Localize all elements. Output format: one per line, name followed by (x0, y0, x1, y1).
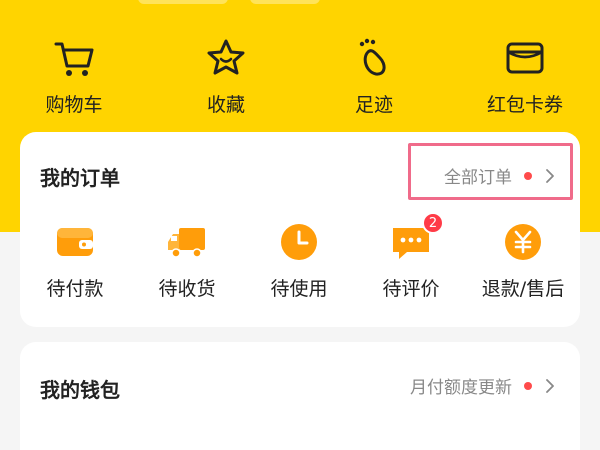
chevron-right-icon (546, 378, 554, 393)
order-status-row: 待付款 待收货 待使用 2 待评价 退款/售后 (20, 212, 580, 320)
order-status-label: 待评价 (382, 278, 440, 300)
wallet-title: 我的钱包 (40, 378, 120, 402)
order-status-pending-receipt[interactable]: 待收货 (132, 220, 242, 301)
quick-action-label: 收藏 (206, 94, 245, 116)
order-status-label: 待收货 (158, 278, 216, 300)
order-status-refund[interactable]: 退款/售后 (468, 220, 578, 301)
wallet-credit-label: 月付额度更新 (410, 378, 512, 398)
orders-title: 我的订单 (40, 166, 120, 190)
wallet-card-icon (506, 42, 544, 74)
quick-action-label: 红包卡券 (486, 94, 563, 116)
quick-action-cart[interactable]: 购物车 (14, 36, 134, 126)
quick-actions-row: 购物车 收藏 足迹 红包卡券 (0, 36, 600, 126)
quick-action-label: 足迹 (354, 94, 393, 116)
quick-action-favorites[interactable]: 收藏 (166, 36, 286, 126)
wallet-icon (57, 228, 93, 256)
all-orders-highlight (408, 143, 573, 200)
order-status-label: 待付款 (46, 278, 104, 300)
quick-action-footprints[interactable]: 足迹 (314, 36, 434, 126)
notification-dot (524, 381, 532, 390)
footprint-icon (359, 38, 386, 76)
order-status-label: 退款/售后 (481, 278, 565, 300)
quick-action-coupons[interactable]: 红包卡券 (465, 36, 585, 126)
header-tab-peek (250, 0, 320, 4)
quick-action-label: 购物车 (45, 94, 103, 116)
star-icon (207, 39, 245, 75)
cart-icon (54, 42, 94, 76)
order-status-pending-payment[interactable]: 待付款 (20, 220, 130, 301)
yuan-refund-icon (505, 224, 541, 260)
order-status-to-review[interactable]: 2 待评价 (356, 212, 466, 301)
header-tab-peek (138, 0, 228, 4)
wallet-card: 我的钱包 月付额度更新 (20, 342, 580, 450)
wallet-credit-link[interactable]: 月付额度更新 (410, 373, 556, 398)
review-count-badge: 2 (422, 212, 444, 234)
truck-icon (168, 228, 205, 258)
order-status-to-use[interactable]: 待使用 (244, 220, 354, 301)
clock-icon (281, 224, 317, 260)
order-status-label: 待使用 (270, 278, 328, 300)
